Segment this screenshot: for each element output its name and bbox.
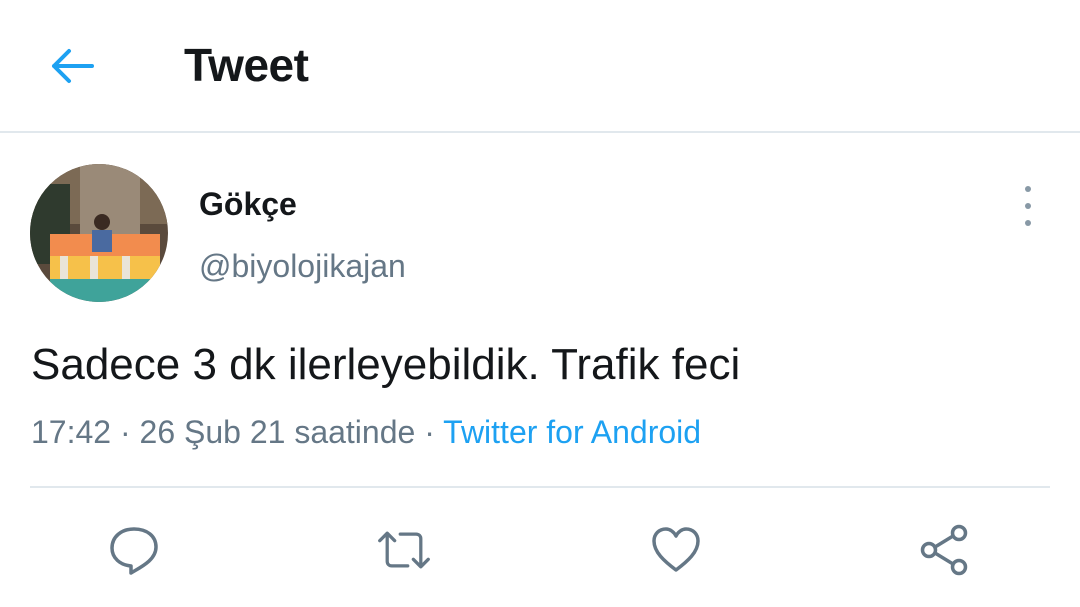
avatar[interactable] [30, 164, 168, 302]
reply-button[interactable] [106, 522, 162, 578]
author-handle[interactable]: @biyolojikajan [199, 248, 406, 285]
speech-bubble-icon [110, 527, 158, 575]
divider [30, 486, 1050, 488]
avatar-photo [30, 164, 168, 302]
ellipsis-dot [1025, 203, 1031, 209]
heart-icon [652, 527, 700, 572]
tweet-timestamp[interactable]: 17:42 · 26 Şub 21 saatinde · [31, 414, 443, 450]
page-title: Tweet [184, 39, 309, 91]
tweet-source-link[interactable]: Twitter for Android [443, 414, 701, 450]
ellipsis-dot [1025, 220, 1031, 226]
more-options-button[interactable] [1012, 186, 1044, 226]
tweet-meta: 17:42 · 26 Şub 21 saatinde · Twitter for… [31, 414, 701, 451]
back-button[interactable] [44, 38, 100, 94]
like-button[interactable] [648, 522, 704, 578]
vertical-ellipsis-icon [1025, 186, 1031, 192]
retweet-button[interactable] [376, 522, 432, 578]
author-display-name[interactable]: Gökçe [199, 186, 297, 223]
arrow-left-icon [52, 49, 94, 83]
top-app-bar: Tweet [0, 0, 1080, 133]
tweet-text: Sadece 3 dk ilerleyebildik. Trafik feci [31, 340, 741, 389]
tweet-detail-screen: Tweet Gökçe @biyolojikajan Sadece 3 dk i… [0, 0, 1080, 607]
share-icon [920, 524, 968, 576]
retweet-icon [378, 531, 430, 569]
share-button[interactable] [916, 522, 972, 578]
